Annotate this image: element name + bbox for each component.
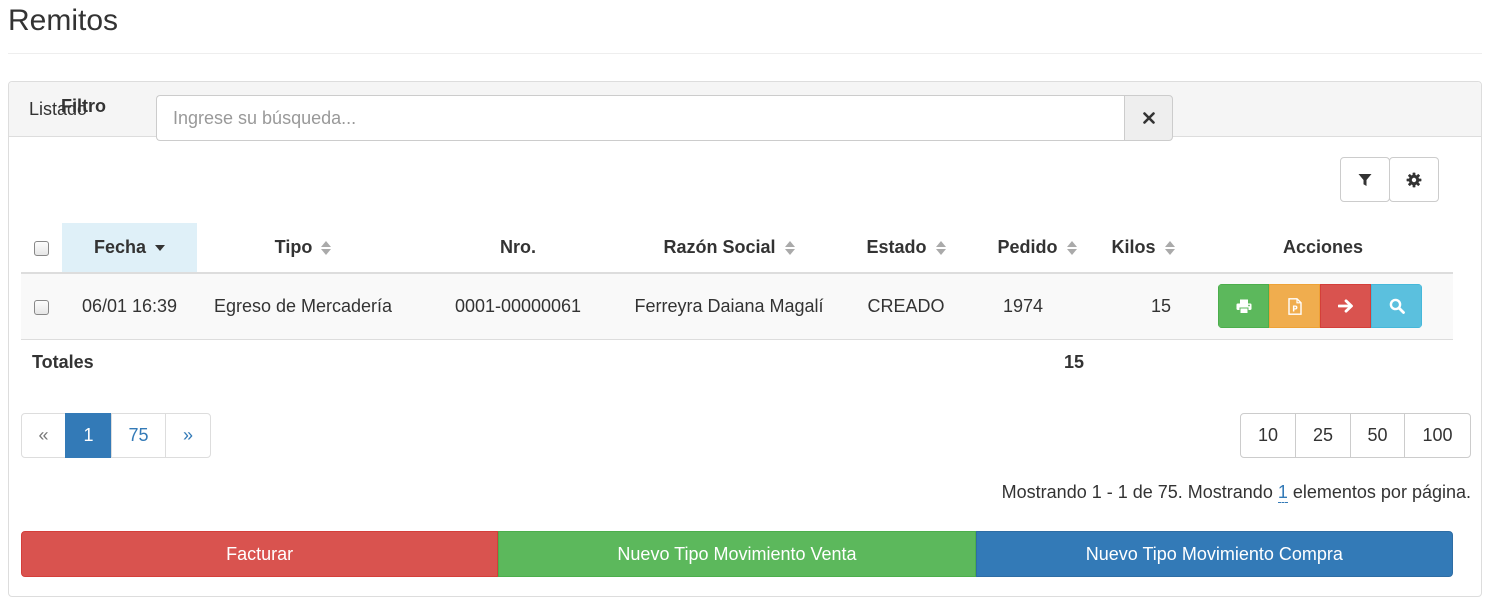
pagination-summary: Mostrando 1 - 1 de 75. Mostrando 1 eleme… xyxy=(1002,482,1471,503)
row-checkbox[interactable] xyxy=(34,299,49,315)
page-size-25[interactable]: 25 xyxy=(1295,413,1351,458)
select-all-checkbox[interactable] xyxy=(34,240,49,256)
arrow-right-icon xyxy=(1337,299,1353,313)
column-label: Acciones xyxy=(1282,237,1364,257)
cell-estado: CREADO xyxy=(831,273,981,340)
sort-icon xyxy=(784,241,795,256)
cell-tipo: Egreso de Mercadería xyxy=(197,273,409,340)
pagination-page-1[interactable]: 1 xyxy=(65,413,112,458)
column-label: Razón Social xyxy=(663,237,776,257)
cell-kilos: 15 xyxy=(1093,273,1193,340)
search-icon xyxy=(1389,298,1405,315)
title-divider xyxy=(8,53,1482,54)
table-row[interactable]: 06/01 16:39 Egreso de Mercadería 0001-00… xyxy=(21,273,1453,340)
gear-icon xyxy=(1406,172,1422,187)
column-label: Pedido xyxy=(997,237,1058,257)
pdf-icon: P xyxy=(1287,297,1302,315)
totals-kilos: 15 xyxy=(1064,352,1085,372)
facturar-button[interactable]: Facturar xyxy=(21,531,499,577)
pagination-prev[interactable]: « xyxy=(21,413,66,458)
column-header-razon-social[interactable]: Razón Social xyxy=(627,223,831,274)
column-header-pedido[interactable]: Pedido xyxy=(981,223,1093,274)
caret-down-icon xyxy=(155,245,166,252)
sort-icon xyxy=(935,241,946,256)
close-icon xyxy=(1142,112,1155,124)
print-button[interactable] xyxy=(1218,284,1269,329)
new-sale-movement-type-button[interactable]: Nuevo Tipo Movimiento Venta xyxy=(498,531,976,577)
pagination-next[interactable]: » xyxy=(165,413,211,458)
page-size-50[interactable]: 50 xyxy=(1350,413,1405,458)
sort-icon xyxy=(1066,241,1077,256)
column-label: Estado xyxy=(866,237,927,257)
funnel-icon xyxy=(1358,173,1372,186)
clear-search-button[interactable] xyxy=(1124,95,1173,141)
search-group xyxy=(156,95,1173,141)
row-select-cell xyxy=(21,273,62,340)
page-size-10[interactable]: 10 xyxy=(1240,413,1296,458)
column-header-fecha[interactable]: Fecha xyxy=(62,223,197,274)
summary-suffix: elementos por página. xyxy=(1292,482,1471,502)
bottom-action-bar: Facturar Nuevo Tipo Movimiento Venta Nue… xyxy=(21,531,1453,577)
svg-text:P: P xyxy=(1292,304,1298,313)
cell-fecha: 06/01 16:39 xyxy=(62,273,197,340)
totals-label: Totales xyxy=(32,352,94,372)
column-label: Tipo xyxy=(274,237,313,257)
cell-nro: 0001-00000061 xyxy=(409,273,627,340)
column-label: Nro. xyxy=(500,237,536,257)
search-input[interactable] xyxy=(156,95,1124,141)
column-label: Kilos xyxy=(1111,237,1156,257)
page-size-100[interactable]: 100 xyxy=(1404,413,1471,458)
filter-label: Filtro xyxy=(61,96,106,116)
print-icon xyxy=(1236,299,1251,314)
new-purchase-movement-type-button[interactable]: Nuevo Tipo Movimiento Compra xyxy=(975,531,1453,577)
view-button[interactable] xyxy=(1371,284,1422,329)
sort-icon xyxy=(1164,241,1175,256)
column-label: Fecha xyxy=(93,237,146,257)
settings-button[interactable] xyxy=(1389,157,1439,202)
page-size-selector: 10 25 50 100 xyxy=(1240,413,1471,458)
process-button[interactable] xyxy=(1320,284,1371,329)
pagination: « 1 75 » xyxy=(21,413,211,458)
pdf-button[interactable]: P xyxy=(1269,284,1320,329)
sort-icon xyxy=(321,241,332,256)
remitos-table: Fecha Tipo Nro. Razón Social Estado Pedi… xyxy=(21,223,1453,340)
per-page-link[interactable]: 1 xyxy=(1277,482,1288,503)
column-header-kilos[interactable]: Kilos xyxy=(1093,223,1193,274)
summary-prefix: Mostrando 1 - 1 de 75. Mostrando xyxy=(1001,482,1273,502)
page-title: Remitos xyxy=(8,4,119,37)
column-header-acciones: Acciones xyxy=(1193,223,1453,274)
select-all-cell xyxy=(21,223,62,274)
column-header-estado[interactable]: Estado xyxy=(831,223,981,274)
filter-toggle-button[interactable] xyxy=(1340,157,1390,202)
cell-pedido: 1974 xyxy=(981,273,1093,340)
pagination-page-75[interactable]: 75 xyxy=(111,413,166,458)
row-actions: P xyxy=(1218,284,1422,329)
cell-razon-social: Ferreyra Daiana Magalí xyxy=(627,273,831,340)
column-header-tipo[interactable]: Tipo xyxy=(197,223,409,274)
cell-acciones: P xyxy=(1193,273,1453,340)
table-header-row: Fecha Tipo Nro. Razón Social Estado Pedi… xyxy=(21,223,1453,274)
column-header-nro: Nro. xyxy=(409,223,627,274)
